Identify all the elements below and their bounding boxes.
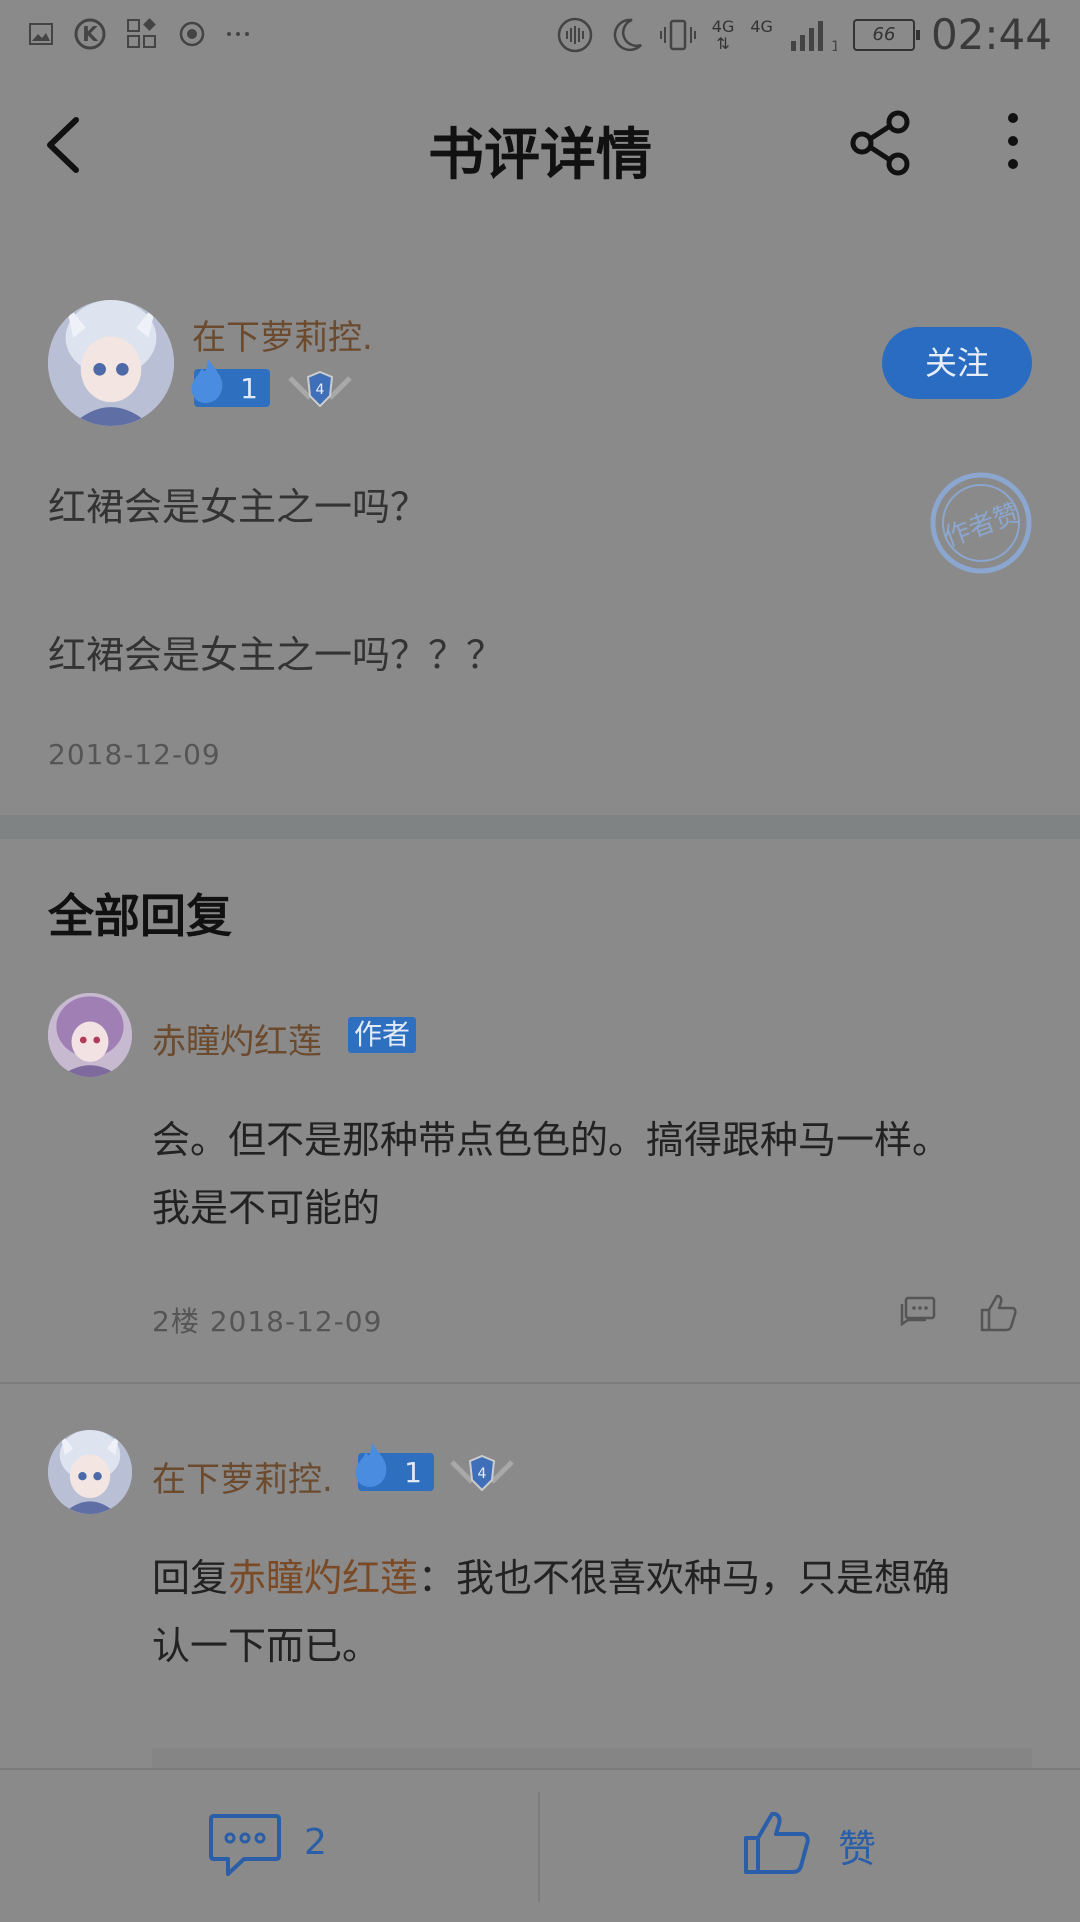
flame-icon	[355, 1443, 387, 1487]
record-icon	[179, 21, 205, 47]
like-label[interactable]: 赞	[838, 1818, 876, 1873]
post-date: 2018-12-09	[48, 738, 221, 771]
reply-author-name[interactable]: 在下萝莉控.	[152, 1452, 333, 1501]
follow-button[interactable]: 关注	[882, 327, 1032, 399]
post-title: 红裙会是女主之一吗？	[48, 485, 429, 529]
more-dots-icon	[227, 32, 249, 36]
flame-icon	[191, 359, 223, 403]
signal-icon: 1	[790, 20, 837, 53]
avatar-image	[48, 300, 174, 426]
reply-content: 回复赤瞳灼红莲：我也不很喜欢种马，只是想确 认一下而已。	[152, 1544, 1032, 1680]
signal-sub: 1	[831, 39, 837, 53]
image-icon	[29, 23, 53, 45]
reply-floor-date: 2楼 2018-12-09	[152, 1305, 383, 1338]
status-right-icons: 4G ⇅ 4G 1 66 02:44	[556, 10, 1052, 59]
fan-level: 1	[240, 371, 258, 405]
page-title: 书评详情	[428, 122, 652, 188]
reply-avatar[interactable]	[48, 993, 132, 1077]
svg-text:K: K	[82, 22, 99, 46]
moon-icon	[613, 18, 642, 51]
fan-level-badge: 1	[355, 1443, 434, 1491]
avatar-image	[48, 1430, 132, 1514]
author-liked-stamp-icon: 作者赞	[930, 472, 1032, 574]
share-button[interactable]	[848, 110, 914, 176]
reply-text-after: ：我也不很喜欢种马，只是想确	[418, 1556, 951, 1600]
status-bar: K 4G ⇅ 4G 1 66 02:44	[0, 0, 1080, 72]
k-icon: K	[74, 18, 106, 50]
reply-line: 我是不可能的	[152, 1186, 381, 1230]
network-type-2: 4G	[750, 16, 773, 36]
reply-line: 认一下而已。	[152, 1624, 381, 1668]
battery-icon: 66	[852, 18, 920, 51]
reply-avatar[interactable]	[48, 1430, 132, 1514]
bottom-action-bar	[0, 1768, 1080, 1922]
more-options-button[interactable]	[990, 108, 1036, 174]
reply-line: 会。但不是那种带点色色的。搞得跟种马一样。	[152, 1118, 951, 1162]
network-type-1: 4G ⇅	[711, 16, 735, 53]
level-shield-icon: 4	[288, 370, 352, 408]
status-left-icons: K	[28, 18, 250, 50]
author-tag-badge: 作者	[348, 1017, 417, 1053]
mention-link[interactable]: 赤瞳灼红莲	[228, 1556, 418, 1600]
reply-comment-icon[interactable]	[898, 1294, 938, 1334]
share-icon	[850, 110, 910, 176]
comment-count[interactable]: 2	[304, 1822, 327, 1863]
reply-content: 会。但不是那种带点色色的。搞得跟种马一样。 我是不可能的	[152, 1106, 1032, 1242]
reply-prefix: 回复	[152, 1556, 229, 1600]
section-divider	[0, 815, 1080, 839]
quote-strip	[152, 1748, 1032, 1768]
fan-level-badge: 1	[191, 359, 270, 407]
level-shield-icon: 4	[450, 1454, 514, 1492]
reply-line: 回复赤瞳灼红莲：我也不很喜欢种马，只是想确	[152, 1544, 1032, 1612]
reply-like-icon[interactable]	[978, 1292, 1018, 1334]
vibrate-icon	[557, 17, 593, 52]
shield-level: 4	[316, 382, 325, 398]
author-name[interactable]: 在下萝莉控.	[192, 310, 373, 359]
bottom-bar-separator	[538, 1792, 540, 1902]
clock: 02:44	[930, 10, 1052, 59]
post-body: 红裙会是女主之一吗？？？	[48, 633, 505, 677]
more-vertical-icon	[1008, 113, 1018, 169]
shield-level: 4	[478, 1466, 487, 1482]
reply-author-name[interactable]: 赤瞳灼红莲	[152, 1014, 322, 1063]
all-replies-heading: 全部回复	[48, 889, 232, 943]
comment-icon[interactable]	[208, 1812, 282, 1878]
avatar-image	[48, 993, 132, 1077]
like-icon[interactable]	[742, 1808, 812, 1878]
app-header: 书评详情	[0, 80, 1080, 210]
reply-separator	[0, 1382, 1080, 1384]
fan-level: 1	[404, 1455, 422, 1489]
phone-vibrate-icon	[659, 19, 696, 50]
apps-icon	[127, 18, 156, 48]
author-avatar[interactable]	[48, 300, 174, 426]
